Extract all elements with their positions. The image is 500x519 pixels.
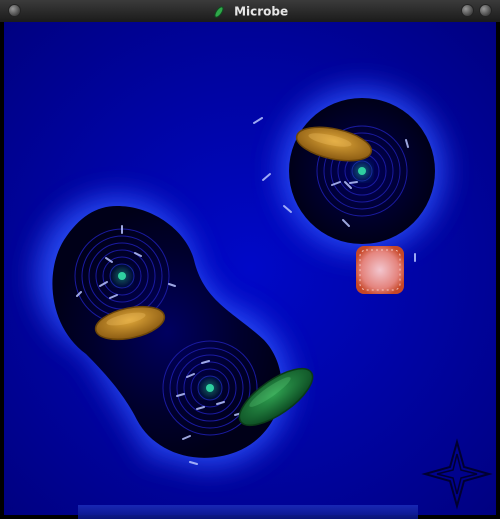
- window-title: Microbe: [234, 4, 289, 19]
- close-button[interactable]: [479, 4, 492, 17]
- game-window: Microbe: [0, 0, 500, 519]
- virus-particle[interactable]: [356, 246, 404, 294]
- minimize-button[interactable]: [461, 4, 474, 17]
- status-bar: [78, 505, 418, 519]
- window-title-container: Microbe: [0, 3, 500, 20]
- game-canvas[interactable]: [4, 22, 496, 515]
- title-bar[interactable]: Microbe: [0, 0, 500, 23]
- green-bacterium-icon: [214, 5, 224, 18]
